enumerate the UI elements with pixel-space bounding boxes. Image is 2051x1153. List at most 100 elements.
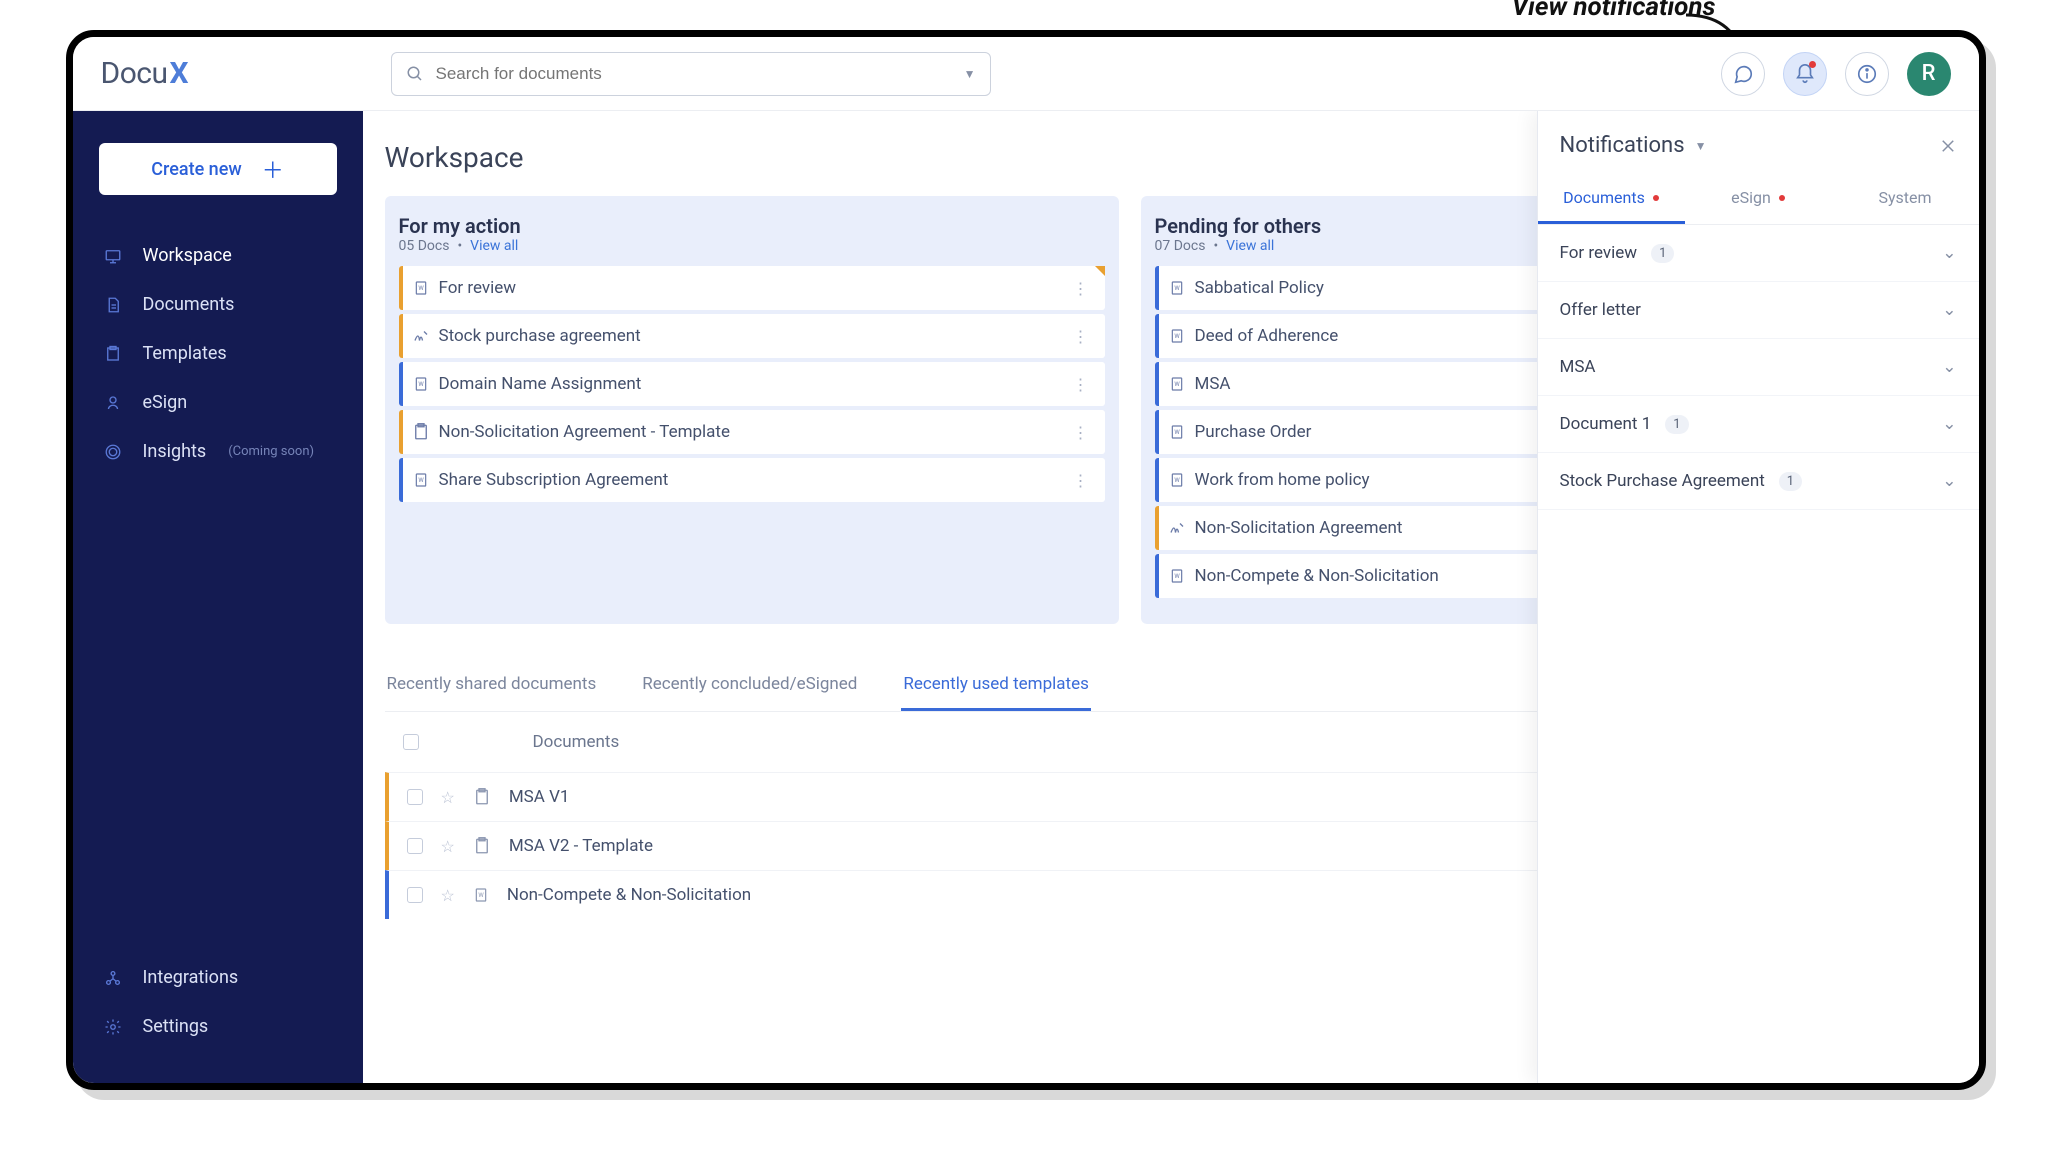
recent-tab[interactable]: Recently concluded/eSigned (640, 660, 859, 711)
create-new-button[interactable]: Create new ＋ (99, 143, 337, 195)
chat-button[interactable] (1721, 52, 1765, 96)
notification-count-badge: 1 (1779, 472, 1802, 491)
card-title: For my action (399, 214, 521, 238)
document-icon (101, 296, 125, 314)
doc-row-label: For review (439, 278, 1067, 298)
doc-row-label: Non-Solicitation Agreement - Template (439, 422, 1067, 442)
app-logo: DocuX (101, 56, 361, 91)
row-menu-button[interactable]: ⋮ (1067, 471, 1095, 490)
row-menu-button[interactable]: ⋮ (1067, 423, 1095, 442)
row-checkbox[interactable] (407, 887, 423, 903)
search-dropdown-icon[interactable]: ▼ (964, 67, 976, 81)
notification-item-label: Offer letter (1560, 300, 1641, 320)
chevron-down-icon: ⌄ (1942, 300, 1956, 320)
notification-tab[interactable]: Documents (1538, 174, 1685, 224)
svg-text:W: W (418, 285, 424, 292)
row-checkbox[interactable] (407, 838, 423, 854)
star-icon[interactable]: ☆ (441, 837, 455, 856)
search-box[interactable]: ▼ (391, 52, 991, 96)
info-icon (1856, 63, 1878, 85)
search-input[interactable] (436, 64, 964, 84)
svg-text:W: W (1174, 285, 1180, 292)
sig-icon (1159, 519, 1195, 537)
chevron-down-icon: ⌄ (1942, 357, 1956, 377)
sidebar-item-templates[interactable]: Templates (91, 329, 345, 378)
chevron-down-icon: ⌄ (1942, 414, 1956, 434)
sidebar-item-label: Insights (143, 441, 207, 462)
view-all-link[interactable]: View all (470, 238, 518, 254)
notification-tab-label: Documents (1563, 188, 1645, 207)
doc-row[interactable]: Non-Solicitation Agreement - Template ⋮ (399, 410, 1105, 454)
tpl-icon (403, 423, 439, 441)
notifications-button[interactable] (1783, 52, 1827, 96)
notification-item[interactable]: Stock Purchase Agreement 1 ⌄ (1538, 453, 1979, 510)
doc-icon: W (1159, 279, 1195, 297)
sidebar-item-settings[interactable]: Settings (91, 1002, 345, 1051)
logo-text: Docu (101, 56, 168, 91)
notification-tab[interactable]: eSign (1685, 174, 1832, 224)
integrations-icon (101, 969, 125, 987)
sidebar-item-documents[interactable]: Documents (91, 280, 345, 329)
notification-item-label: Document 1 (1560, 414, 1652, 434)
select-all-checkbox[interactable] (403, 734, 419, 750)
sidebar-item-integrations[interactable]: Integrations (91, 953, 345, 1002)
notifications-title: Notifications ▼ (1560, 133, 1939, 158)
doc-row[interactable]: W For review ⋮ (399, 266, 1105, 310)
view-all-link[interactable]: View all (1226, 238, 1274, 254)
doc-icon: W (403, 279, 439, 297)
logo-mark: X (170, 56, 189, 91)
app-frame: DocuX ▼ R Create new ＋ (66, 30, 1986, 1090)
sidebar-item-insights[interactable]: Insights (Coming soon) (91, 427, 345, 476)
doc-row[interactable]: W Share Subscription Agreement ⋮ (399, 458, 1105, 502)
svg-text:W: W (418, 477, 424, 484)
notification-tab-label: eSign (1731, 188, 1771, 207)
row-menu-button[interactable]: ⋮ (1067, 279, 1095, 298)
svg-text:W: W (1174, 573, 1180, 580)
doc-icon: W (1159, 423, 1195, 441)
row-name: Non-Compete & Non-Solicitation (507, 885, 751, 905)
user-avatar[interactable]: R (1907, 52, 1951, 96)
notification-item[interactable]: For review 1 ⌄ (1538, 225, 1979, 282)
workspace-card: For my action 05 Docs • View all W For r… (385, 196, 1119, 624)
template-icon (101, 345, 125, 363)
main-content: Workspace For my action 05 Docs • View a… (363, 111, 1979, 1083)
star-icon[interactable]: ☆ (441, 886, 455, 905)
recent-tab[interactable]: Recently used templates (901, 660, 1090, 711)
row-name: MSA V1 (509, 787, 570, 807)
app-header: DocuX ▼ R (73, 37, 1979, 111)
notification-item[interactable]: Offer letter ⌄ (1538, 282, 1979, 339)
tpl-icon (473, 788, 491, 806)
row-menu-button[interactable]: ⋮ (1067, 327, 1095, 346)
doc-row[interactable]: Stock purchase agreement ⋮ (399, 314, 1105, 358)
sidebar: Create new ＋ Workspace Documents Templat… (73, 111, 363, 1083)
row-checkbox[interactable] (407, 789, 423, 805)
svg-text:W: W (1174, 381, 1180, 388)
doc-row-label: Stock purchase agreement (439, 326, 1067, 346)
doc-icon: W (403, 375, 439, 393)
row-menu-button[interactable]: ⋮ (1067, 375, 1095, 394)
star-icon[interactable]: ☆ (441, 788, 455, 807)
search-icon (406, 65, 424, 83)
close-icon (1939, 137, 1957, 155)
chevron-down-icon[interactable]: ▼ (1695, 139, 1707, 153)
sidebar-item-label: Documents (143, 294, 235, 315)
info-button[interactable] (1845, 52, 1889, 96)
sidebar-item-label: eSign (143, 392, 188, 413)
notification-item[interactable]: MSA ⌄ (1538, 339, 1979, 396)
doc-row[interactable]: W Domain Name Assignment ⋮ (399, 362, 1105, 406)
sidebar-item-workspace[interactable]: Workspace (91, 231, 345, 280)
svg-text:W: W (1174, 477, 1180, 484)
notification-item[interactable]: Document 1 1 ⌄ (1538, 396, 1979, 453)
sig-icon (403, 327, 439, 345)
plus-icon: ＋ (262, 153, 284, 185)
sidebar-item-label: Settings (143, 1016, 209, 1037)
header-actions: R (1721, 52, 1951, 96)
sidebar-item-esign[interactable]: eSign (91, 378, 345, 427)
notification-tab[interactable]: System (1832, 174, 1979, 224)
card-title: Pending for others (1155, 214, 1322, 238)
sidebar-item-label: Integrations (143, 967, 239, 988)
chat-icon (1732, 63, 1754, 85)
recent-tab[interactable]: Recently shared documents (385, 660, 599, 711)
close-button[interactable] (1939, 137, 1957, 155)
table-header-label: Documents (533, 732, 620, 752)
